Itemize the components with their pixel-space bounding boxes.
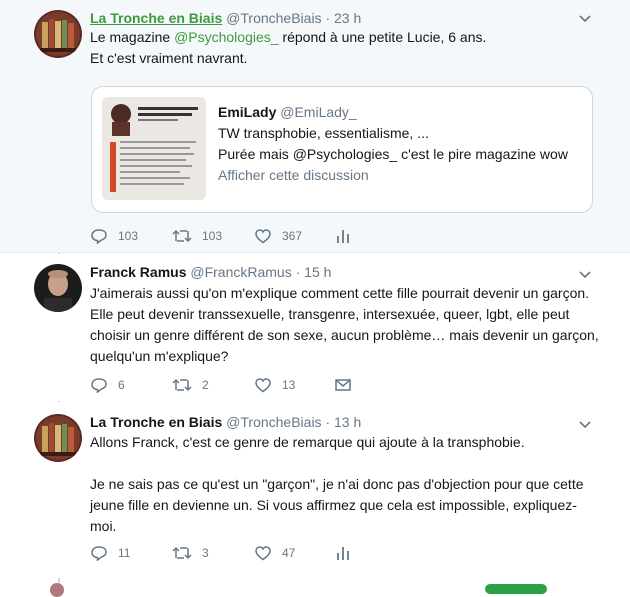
- quoted-author[interactable]: EmiLady @EmiLady_: [218, 104, 357, 120]
- tweet-1[interactable]: La Tronche en Biais @TroncheBiais · 23 h…: [0, 0, 630, 253]
- tweet-text-segment: répond à une petite Lucie, 6 ans.: [278, 29, 487, 45]
- like-icon: [255, 546, 271, 561]
- author-handle[interactable]: @FranckRamus: [190, 264, 291, 280]
- tweet-2[interactable]: Franck Ramus @FranckRamus · 15 h J'aimer…: [0, 254, 630, 401]
- reply-count: 6: [118, 378, 125, 392]
- quoted-tweet[interactable]: EmiLady @EmiLady_ TW transphobie, essent…: [91, 86, 593, 213]
- separator: ·: [295, 264, 301, 280]
- caret-down-icon[interactable]: [578, 418, 592, 432]
- retweet-count: 103: [202, 229, 223, 243]
- caret-down-icon[interactable]: [578, 268, 592, 282]
- tweet-text-segment: Le magazine: [90, 29, 175, 45]
- quoted-author-handle: @EmiLady_: [280, 104, 357, 120]
- like-icon: [255, 229, 271, 244]
- author-name[interactable]: La Tronche en Biais: [90, 414, 222, 430]
- tweet-text-line: Et c'est vraiment navrant.: [90, 50, 248, 66]
- timestamp[interactable]: 15 h: [304, 264, 331, 280]
- like-count: 13: [282, 378, 296, 392]
- message-icon: [335, 379, 351, 391]
- tweet-header: La Tronche en Biais @TroncheBiais · 23 h: [90, 10, 361, 26]
- like-count: 47: [282, 546, 296, 560]
- tweet-text-line: Allons Franck, c'est ce genre de remarqu…: [90, 434, 525, 450]
- next-tweet-avatar[interactable]: [50, 583, 64, 597]
- retweet-button[interactable]: 3: [172, 545, 209, 561]
- avatar[interactable]: [34, 10, 82, 58]
- reply-count: 11: [118, 546, 131, 560]
- like-icon: [255, 378, 271, 393]
- tweet-text-line: Je ne sais pas ce qu'est un "garçon", je…: [90, 476, 584, 492]
- timestamp[interactable]: 13 h: [334, 414, 361, 430]
- quoted-author-name: EmiLady: [218, 104, 277, 120]
- reply-icon: [91, 229, 107, 244]
- retweet-button[interactable]: 103: [172, 228, 222, 244]
- reply-button[interactable]: 6: [90, 377, 125, 393]
- retweet-count: 3: [202, 546, 209, 560]
- retweet-icon: [172, 378, 192, 392]
- separator: ·: [325, 414, 331, 430]
- like-button[interactable]: 47: [254, 545, 295, 561]
- next-tweet-button[interactable]: [485, 584, 547, 594]
- tweet-header: Franck Ramus @FranckRamus · 15 h: [90, 264, 331, 280]
- author-name[interactable]: Franck Ramus: [90, 264, 186, 280]
- caret-down-icon[interactable]: [578, 12, 592, 26]
- tweet-text: Le magazine @Psychologies_ répond à une …: [90, 27, 486, 48]
- analytics-icon: [337, 230, 349, 243]
- tweet-text-line: jeune fille en devienne un. Si vous affi…: [90, 497, 577, 513]
- analytics-button[interactable]: [336, 545, 350, 561]
- tweet-text-line: Elle peut devenir transsexuelle, transge…: [90, 306, 570, 322]
- quoted-text-line: TW transphobie, essentialisme, ...: [218, 125, 429, 141]
- tweet-header: La Tronche en Biais @TroncheBiais · 13 h: [90, 414, 361, 430]
- tweet-text-line: quelqu'un m'explique?: [90, 348, 229, 364]
- analytics-icon: [337, 547, 349, 560]
- avatar[interactable]: [34, 264, 82, 312]
- tweet-text-line: choisir un genre différent de son sexe, …: [90, 327, 599, 343]
- retweet-button[interactable]: 2: [172, 377, 209, 393]
- reply-icon: [91, 546, 107, 561]
- like-count: 367: [282, 229, 303, 243]
- reply-count: 103: [118, 229, 139, 243]
- reply-button[interactable]: 11: [90, 545, 130, 561]
- avatar[interactable]: [34, 414, 82, 462]
- retweet-icon: [172, 546, 192, 560]
- like-button[interactable]: 13: [254, 377, 295, 393]
- quoted-text-line: Purée mais @Psychologies_ c'est le pire …: [218, 146, 568, 162]
- direct-message-button[interactable]: [334, 377, 352, 393]
- timestamp[interactable]: 23 h: [334, 10, 361, 26]
- retweet-icon: [172, 229, 192, 243]
- show-thread-link[interactable]: Afficher cette discussion: [218, 167, 369, 183]
- tweet-3[interactable]: La Tronche en Biais @TroncheBiais · 13 h…: [0, 402, 630, 578]
- reply-icon: [91, 378, 107, 393]
- retweet-count: 2: [202, 378, 209, 392]
- author-handle[interactable]: @TroncheBiais: [226, 414, 321, 430]
- reply-button[interactable]: 103: [90, 228, 138, 244]
- quoted-tweet-image[interactable]: [102, 97, 206, 200]
- mention-link[interactable]: @Psychologies_: [174, 29, 279, 45]
- author-name[interactable]: La Tronche en Biais: [90, 10, 222, 26]
- analytics-button[interactable]: [336, 228, 350, 244]
- separator: ·: [325, 10, 331, 26]
- author-handle[interactable]: @TroncheBiais: [226, 10, 321, 26]
- like-button[interactable]: 367: [254, 228, 302, 244]
- tweet-text-line: moi.: [90, 518, 117, 534]
- tweet-text-line: J'aimerais aussi qu'on m'explique commen…: [90, 285, 590, 301]
